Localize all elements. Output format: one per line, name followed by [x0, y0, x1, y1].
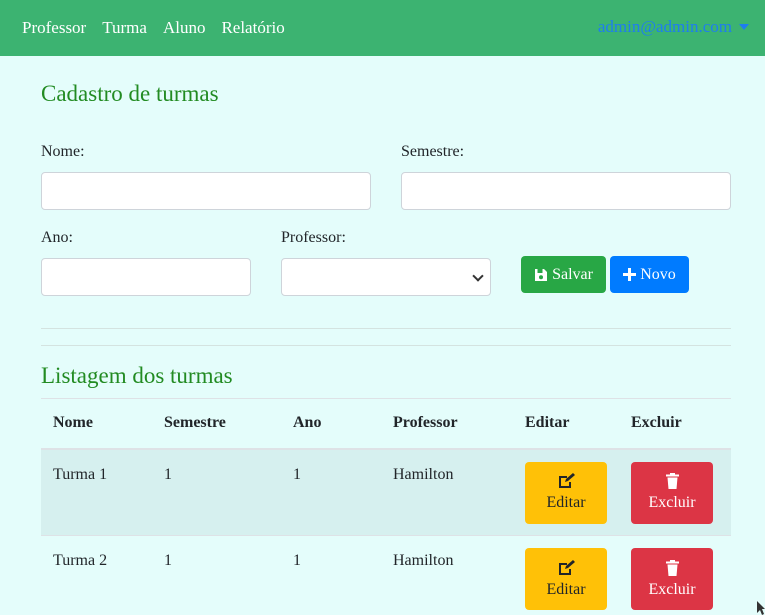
delete-button[interactable]: Excluir [631, 548, 713, 610]
save-button-label: Salvar [552, 265, 593, 283]
mouse-cursor-icon [757, 601, 765, 615]
trash-icon [665, 473, 679, 489]
turmas-table: Nome Semestre Ano Professor Editar Exclu… [41, 398, 731, 615]
professor-label: Professor: [281, 229, 346, 246]
semestre-input[interactable] [401, 172, 731, 210]
cell-ano: 1 [281, 448, 381, 536]
divider [41, 345, 731, 346]
cell-semestre: 1 [152, 448, 281, 536]
edit-button-label: Editar [546, 580, 586, 598]
save-button[interactable]: Salvar [521, 256, 606, 293]
user-email: admin@admin.com [597, 17, 732, 36]
cell-excluir: Excluir [619, 448, 731, 536]
cell-professor: Hamilton [381, 448, 513, 536]
professor-select[interactable] [281, 258, 491, 296]
plus-icon [623, 268, 637, 281]
top-navbar: Professor Turma Aluno Relatório admin@ad… [0, 0, 765, 56]
form-title: Cadastro de turmas [41, 81, 219, 106]
nav-link-relatorio[interactable]: Relatório [221, 18, 284, 38]
column-header-professor: Professor [381, 398, 513, 450]
trash-icon [665, 559, 679, 576]
delete-button[interactable]: Excluir [631, 461, 713, 524]
nav-link-professor[interactable]: Professor [22, 18, 86, 38]
edit-icon [557, 559, 575, 576]
column-header-ano: Ano [281, 398, 381, 450]
nav-link-aluno[interactable]: Aluno [163, 18, 206, 38]
cell-excluir: Excluir [619, 535, 731, 615]
column-header-editar: Editar [513, 398, 619, 450]
edit-icon [557, 473, 575, 489]
cell-ano: 1 [281, 535, 381, 615]
column-header-nome: Nome [41, 398, 152, 450]
cell-semestre: 1 [152, 535, 281, 615]
cell-editar: Editar [513, 448, 619, 536]
semestre-label: Semestre: [401, 143, 465, 160]
delete-button-label: Excluir [648, 494, 696, 511]
cell-nome: Turma 2 [41, 535, 152, 615]
ano-input[interactable] [41, 258, 251, 296]
column-header-excluir: Excluir [619, 398, 731, 450]
nav-links: Professor Turma Aluno Relatório [22, 18, 301, 38]
new-button[interactable]: Novo [610, 256, 689, 293]
table-row: Turma 1 1 1 Hamilton Editar Excluir [41, 448, 731, 536]
cell-professor: Hamilton [381, 535, 513, 615]
nav-link-turma[interactable]: Turma [102, 18, 147, 38]
floppy-disk-icon [534, 268, 548, 282]
cell-editar: Editar [513, 535, 619, 615]
edit-button[interactable]: Editar [525, 461, 607, 524]
column-header-semestre: Semestre [152, 398, 281, 450]
user-menu-dropdown[interactable]: admin@admin.com [598, 17, 749, 37]
delete-button-label: Excluir [648, 580, 696, 598]
table-header-row: Nome Semestre Ano Professor Editar Exclu… [41, 398, 731, 450]
new-button-label: Novo [640, 265, 676, 283]
nome-input[interactable] [41, 172, 371, 210]
nome-label: Nome: [41, 143, 85, 160]
cell-nome: Turma 1 [41, 448, 152, 536]
ano-label: Ano: [41, 229, 73, 246]
list-title: Listagem dos turmas [41, 363, 233, 388]
caret-down-icon [739, 24, 749, 30]
divider [41, 328, 731, 329]
edit-button-label: Editar [546, 494, 586, 511]
table-row: Turma 2 1 1 Hamilton Editar Excluir [41, 535, 731, 615]
chevron-down-icon [472, 270, 484, 282]
edit-button[interactable]: Editar [525, 548, 607, 610]
